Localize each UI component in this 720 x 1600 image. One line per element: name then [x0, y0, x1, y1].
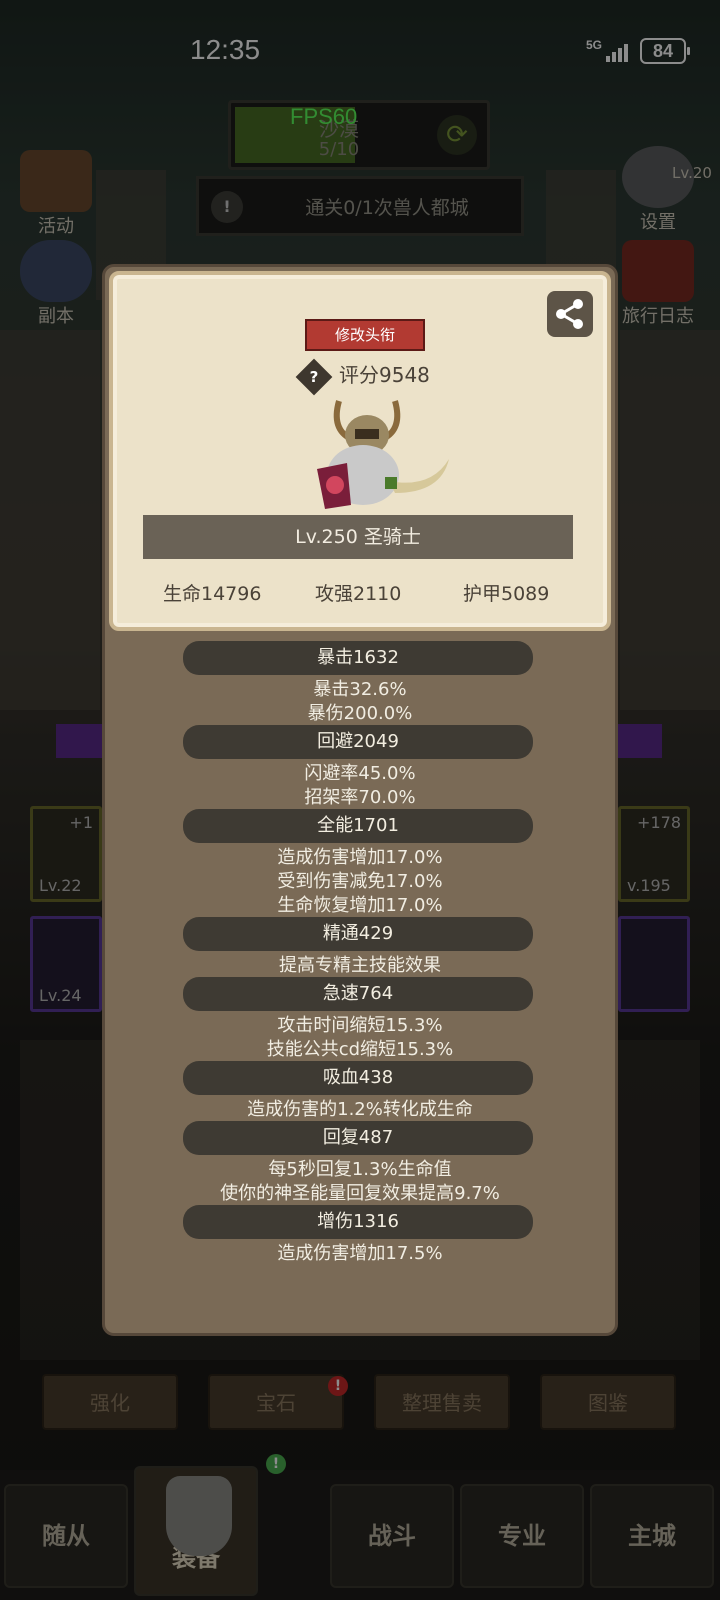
- hero-portrait: [317, 400, 449, 509]
- attr-line: 提高专精主技能效果: [279, 955, 441, 976]
- attr-line: 每5秒回复1.3%生命值: [268, 1159, 452, 1180]
- attr-line: 受到伤害减免17.0%: [277, 871, 443, 892]
- attr-line: 暴击32.6%: [313, 679, 407, 700]
- character-card: 修改头衔 ? 评分9548 Lv.250 圣骑士 生命14796 攻强2110 护…: [109, 271, 611, 631]
- hp-stat: 生命14796: [163, 583, 262, 605]
- attr-line: 攻击时间缩短15.3%: [277, 1015, 443, 1036]
- attr-line: 生命恢复增加17.0%: [277, 895, 443, 916]
- attr-line: 技能公共cd缩短15.3%: [266, 1039, 454, 1060]
- attr-title-regen: 回复487: [183, 1121, 533, 1155]
- attr-line: 造成伤害增加17.5%: [277, 1243, 443, 1264]
- attr-line: 闪避率45.0%: [304, 763, 416, 784]
- attr-title-haste: 急速764: [183, 977, 533, 1011]
- attr-title-damage: 增伤1316: [183, 1205, 533, 1239]
- attr-title-dodge: 回避2049: [183, 725, 533, 759]
- character-stats-modal: 修改头衔 ? 评分9548 Lv.250 圣骑士 生命14796 攻强2110 护…: [102, 264, 618, 1336]
- character-name: Lv.250 圣骑士: [143, 515, 573, 559]
- attr-title-versatility: 全能1701: [183, 809, 533, 843]
- attr-line: 造成伤害增加17.0%: [277, 847, 443, 868]
- attr-line: 招架率70.0%: [304, 787, 416, 808]
- share-button[interactable]: [547, 291, 593, 337]
- armor-stat: 护甲5089: [463, 583, 550, 605]
- attack-stat: 攻强2110: [315, 583, 402, 605]
- attr-line: 造成伤害的1.2%转化成生命: [247, 1099, 473, 1120]
- attr-title-mastery: 精通429: [183, 917, 533, 951]
- score: ? 评分9548: [295, 358, 430, 395]
- share-icon: [556, 299, 583, 329]
- score-label: 评分9548: [339, 363, 430, 387]
- attr-title-lifesteal: 吸血438: [183, 1061, 533, 1095]
- rename-title-button[interactable]: 修改头衔: [305, 319, 425, 351]
- attr-line: 使你的神圣能量回复效果提高9.7%: [220, 1183, 500, 1204]
- attr-title-crit: 暴击1632: [183, 641, 533, 675]
- attr-line: 暴伤200.0%: [307, 703, 413, 724]
